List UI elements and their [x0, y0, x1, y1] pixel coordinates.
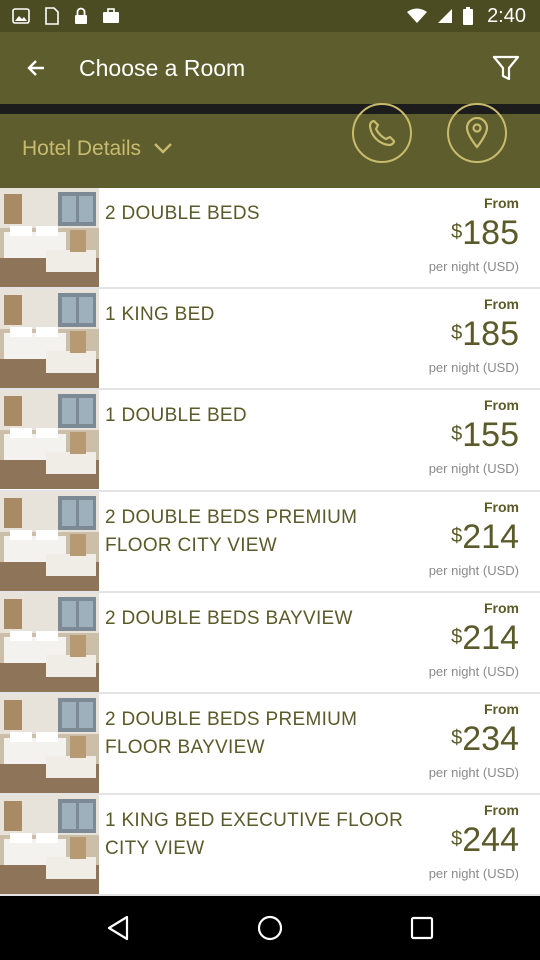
hotel-details-label: Hotel Details — [22, 137, 142, 160]
filter-icon — [492, 55, 520, 81]
price-value: 155 — [462, 416, 519, 455]
price-currency: $ — [451, 524, 463, 547]
room-name: 1 KING BED EXECUTIVE FLOOR CITY VIEW — [105, 810, 404, 860]
cell-signal-icon — [438, 9, 453, 23]
price-value: 214 — [462, 618, 519, 657]
price-unit: per night (USD) — [428, 764, 519, 780]
price-unit: per night (USD) — [428, 866, 519, 882]
status-time: 2:40 — [487, 4, 526, 27]
price-currency: $ — [451, 625, 463, 648]
system-nav-bar — [0, 896, 540, 960]
room-photo — [0, 491, 99, 591]
call-button[interactable] — [352, 103, 412, 163]
battery-icon — [463, 7, 474, 25]
room-price: $185 — [451, 214, 519, 253]
room-name: 2 DOUBLE BEDS PREMIUM FLOOR CITY VIEW — [105, 506, 358, 556]
nav-home-icon — [257, 915, 283, 941]
nav-recents-icon — [410, 916, 434, 940]
price-value: 185 — [462, 315, 519, 354]
phone-icon — [368, 119, 396, 147]
arrow-back-icon — [27, 60, 44, 76]
room-photo — [0, 693, 99, 793]
back-button[interactable] — [14, 46, 58, 90]
price-currency: $ — [451, 726, 463, 749]
map-button[interactable] — [447, 103, 507, 163]
chevron-down-icon — [154, 143, 172, 154]
room-list-item[interactable]: 2 DOUBLE BEDS From $185 per night (USD) — [0, 188, 540, 290]
price-unit: per night (USD) — [428, 360, 519, 376]
room-name: 2 DOUBLE BEDS BAYVIEW — [105, 607, 353, 629]
nav-home-button[interactable] — [246, 904, 294, 952]
system-status-icons: 2:40 — [407, 0, 526, 32]
app-bar: Choose a Room — [0, 32, 540, 104]
map-pin-icon — [465, 117, 489, 149]
room-name: 1 DOUBLE BED — [105, 405, 247, 427]
price-currency: $ — [451, 423, 463, 446]
price-from-label: From — [484, 802, 519, 819]
status-bar: 2:40 — [0, 0, 540, 32]
room-photo — [0, 592, 99, 692]
price-currency: $ — [451, 221, 463, 243]
price-from-label: From — [484, 397, 519, 414]
room-list-item[interactable]: 2 DOUBLE BEDS PREMIUM FLOOR BAYVIEW From… — [0, 693, 540, 796]
nav-back-icon — [107, 915, 129, 941]
room-price: $234 — [451, 720, 519, 759]
room-price: $244 — [451, 821, 519, 860]
wifi-icon — [407, 8, 428, 23]
nav-recents-button[interactable] — [398, 904, 446, 952]
price-unit: per night (USD) — [428, 562, 519, 578]
room-name: 1 KING BED — [105, 304, 215, 326]
photo-notification-icon — [12, 8, 30, 24]
room-list-item[interactable]: 2 DOUBLE BEDS BAYVIEW From $214 per nigh… — [0, 592, 540, 694]
lock-notification-icon — [75, 7, 87, 24]
room-photo — [0, 390, 99, 490]
price-value: 185 — [462, 214, 519, 252]
room-list-item[interactable]: 1 KING BED From $185 per night (USD) — [0, 289, 540, 391]
room-name: 2 DOUBLE BEDS PREMIUM FLOOR BAYVIEW — [105, 708, 358, 758]
nav-back-button[interactable] — [94, 904, 142, 952]
page-title: Choose a Room — [79, 55, 246, 81]
briefcase-notification-icon — [103, 8, 119, 23]
room-price: $155 — [451, 416, 519, 455]
filter-button[interactable] — [484, 46, 528, 90]
price-value: 234 — [462, 719, 519, 758]
file-notification-icon — [45, 7, 59, 25]
room-name: 2 DOUBLE BEDS — [105, 203, 260, 224]
price-from-label: From — [484, 599, 519, 616]
price-currency: $ — [451, 322, 463, 345]
price-from-label: From — [484, 195, 519, 211]
room-list: 2 DOUBLE BEDS From $185 per night (USD) … — [0, 188, 540, 897]
room-price: $185 — [451, 315, 519, 354]
price-value: 244 — [462, 821, 519, 860]
room-list-item[interactable]: 2 DOUBLE BEDS PREMIUM FLOOR CITY VIEW Fr… — [0, 491, 540, 593]
price-value: 214 — [462, 517, 519, 556]
room-photo — [0, 188, 99, 287]
room-list-item[interactable]: 1 KING BED EXECUTIVE FLOOR CITY VIEW Fro… — [0, 795, 540, 897]
price-unit: per night (USD) — [428, 663, 519, 679]
price-from-label: From — [484, 498, 519, 515]
room-photo — [0, 289, 99, 389]
room-price: $214 — [451, 518, 519, 557]
room-photo — [0, 795, 99, 895]
price-from-label: From — [484, 700, 519, 717]
price-currency: $ — [451, 828, 463, 851]
room-price: $214 — [451, 619, 519, 658]
hotel-details-bar: Hotel Details — [0, 103, 540, 188]
price-unit: per night (USD) — [428, 259, 519, 274]
hotel-details-toggle[interactable]: Hotel Details — [22, 137, 173, 161]
price-unit: per night (USD) — [428, 461, 519, 477]
room-list-item[interactable]: 1 DOUBLE BED From $155 per night (USD) — [0, 390, 540, 492]
notification-icons — [12, 0, 120, 32]
price-from-label: From — [484, 296, 519, 313]
